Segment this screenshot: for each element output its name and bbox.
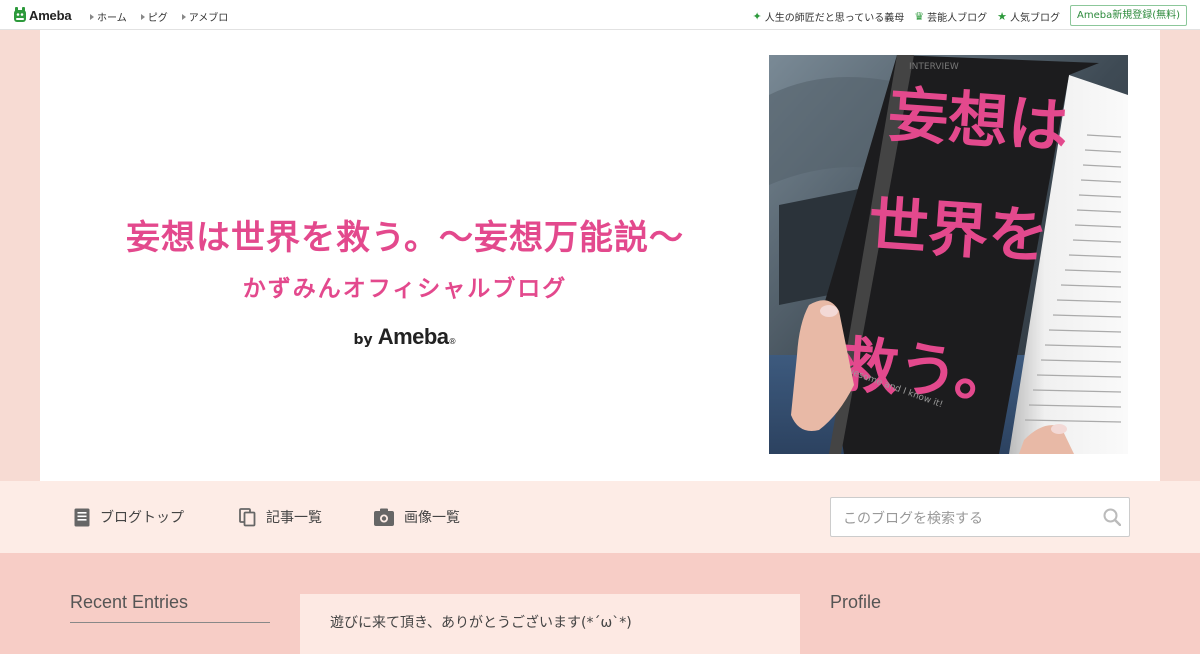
recent-entries-heading: Recent Entries xyxy=(70,592,189,612)
magazine-headline-line1: 妄想は xyxy=(886,80,1070,162)
main-entry-card: 遊びに来て頂き、ありがとうございます(*´ω`*) xyxy=(300,594,800,654)
global-nav: ホーム ピグ アメブロ xyxy=(90,9,228,24)
camera-icon xyxy=(374,508,394,526)
global-nav-ameblo-label: アメブロ xyxy=(188,13,229,24)
by-ameba: by Ameba® xyxy=(40,324,770,350)
blog-search xyxy=(830,497,1130,537)
ameba-wordmark: Ameba xyxy=(377,324,449,349)
blog-header: 妄想は世界を救う。～妄想万能説～ かずみんオフィシャルブログ by Ameba® xyxy=(40,30,1160,481)
featured-link-celebrity-blogs[interactable]: ♛ 芸能人ブログ xyxy=(914,9,988,25)
global-nav-pigg-label: ピグ xyxy=(147,13,168,24)
nav-image-list[interactable]: 画像一覧 xyxy=(374,507,460,527)
caret-right-icon xyxy=(181,13,186,20)
signup-button[interactable]: Ameba新規登録(無料) xyxy=(1069,5,1187,26)
nav-entry-list-label: 記事一覧 xyxy=(266,510,322,526)
magazine-photo: INTERVIEW 妄想は 世界を 救う。 I'm awesome and I … xyxy=(769,55,1128,454)
featured-link-mother-in-law[interactable]: ✦ 人生の師匠だと思っている義母 xyxy=(752,9,905,25)
header-image: INTERVIEW 妄想は 世界を 救う。 I'm awesome and I … xyxy=(769,55,1128,454)
sparkle-icon: ✦ xyxy=(752,9,762,23)
magazine-headline-line2: 世界を xyxy=(866,190,1050,272)
recent-entries-divider xyxy=(70,622,270,623)
global-nav-ameblo[interactable]: アメブロ xyxy=(181,9,229,24)
nav-blog-top-label: ブログトップ xyxy=(100,510,184,526)
crown-icon: ♛ xyxy=(914,9,925,23)
global-nav-home-label: ホーム xyxy=(97,13,127,24)
search-input[interactable] xyxy=(841,507,1095,531)
global-nav-pigg[interactable]: ピグ xyxy=(140,9,168,24)
magazine-tag: INTERVIEW xyxy=(909,62,959,72)
featured-link-popular-blogs[interactable]: ★ 人気ブログ xyxy=(997,9,1060,25)
featured-link-label: 人気ブログ xyxy=(1010,13,1060,24)
copy-icon xyxy=(239,507,256,526)
featured-link-label: 芸能人ブログ xyxy=(927,13,988,24)
blog-subtitle: かずみんオフィシャルブログ xyxy=(242,276,568,302)
registered-mark: ® xyxy=(448,337,457,346)
global-nav-home[interactable]: ホーム xyxy=(90,9,127,24)
ameba-logo[interactable]: Ameba xyxy=(13,7,72,23)
by-label: by xyxy=(353,332,373,348)
caret-right-icon xyxy=(90,13,94,20)
blog-nav: ブログトップ 記事一覧 画像一覧 xyxy=(0,481,1200,553)
welcome-text: 遊びに来て頂き、ありがとうございます(*´ω`*) xyxy=(330,615,632,631)
search-icon[interactable] xyxy=(1103,508,1121,526)
document-icon xyxy=(74,508,90,526)
featured-link-label: 人生の師匠だと思っている義母 xyxy=(764,13,905,24)
profile-heading: Profile xyxy=(830,592,882,612)
ameba-logo-text: Ameba xyxy=(29,7,72,23)
nav-entry-list[interactable]: 記事一覧 xyxy=(239,507,322,527)
featured-links: ✦ 人生の師匠だと思っている義母 ♛ 芸能人ブログ ★ 人気ブログ xyxy=(752,9,1060,25)
caret-right-icon xyxy=(140,13,145,20)
nav-blog-top[interactable]: ブログトップ xyxy=(74,507,184,527)
blog-title[interactable]: 妄想は世界を救う。～妄想万能説～ xyxy=(40,210,770,259)
ameba-mascot-icon xyxy=(14,7,26,22)
global-header: Ameba ホーム ピグ アメブロ ✦ 人生の師匠だと思っている義母 ♛ 芸能人… xyxy=(0,0,1200,30)
star-icon: ★ xyxy=(997,9,1007,23)
nav-image-list-label: 画像一覧 xyxy=(404,510,460,526)
